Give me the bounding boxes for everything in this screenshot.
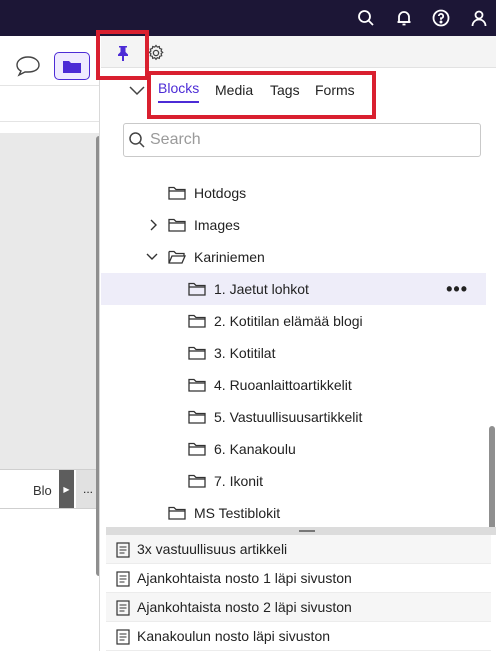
tree-item-ikonit[interactable]: 7. Ikonit — [101, 465, 486, 497]
tree-item-label: Images — [194, 217, 240, 233]
folder-icon — [168, 217, 186, 233]
assets-panel-header — [101, 36, 496, 68]
tree-item-ms-testiblokit[interactable]: MS Testiblokit — [101, 497, 486, 529]
folder-filled-icon — [63, 61, 81, 73]
folder-icon — [188, 345, 206, 361]
tree-item-label: 7. Ikonit — [214, 473, 264, 489]
list-item-label: Ajankohtaista nosto 1 läpi sivuston — [137, 570, 352, 586]
tree-item-hotdogs[interactable]: Hotdogs — [101, 177, 486, 209]
list-item[interactable]: 3x vastuullisuus artikkeli — [106, 535, 491, 564]
chevron-right-icon[interactable] — [147, 218, 161, 232]
tree-item-kariniemen[interactable]: Kariniemen — [101, 241, 486, 273]
tree-item-kanakoulu[interactable]: 6. Kanakoulu — [101, 433, 486, 465]
list-item-label: Kanakoulun nosto läpi sivuston — [137, 628, 331, 644]
tree-item-label: Hotdogs — [194, 185, 247, 201]
tree-item-label: 6. Kanakoulu — [214, 441, 296, 457]
tree-item-label: 2. Kotitilan elämää blogi — [214, 313, 363, 329]
more-options-icon[interactable]: ••• — [446, 279, 468, 300]
tree-item-images[interactable]: Images — [101, 209, 486, 241]
editor-scrollbar[interactable] — [96, 136, 99, 576]
search-input[interactable] — [150, 125, 470, 155]
speech-bubble-icon — [16, 56, 40, 77]
assets-pane-toggle-button[interactable] — [54, 52, 90, 80]
list-item-label: 3x vastuullisuus artikkeli — [137, 541, 288, 557]
tree-item-jaetut-lohkot[interactable]: 1. Jaetut lohkot ••• — [101, 273, 486, 305]
tree-item-vastuullisuusartikkelit[interactable]: 5. Vastuullisuusartikkelit — [101, 401, 486, 433]
search-icon — [124, 131, 150, 149]
folder-icon — [188, 313, 206, 329]
editor-breadcrumb-label[interactable]: Blo — [33, 483, 52, 498]
bell-icon[interactable] — [393, 7, 415, 29]
tree-item-label: 3. Kotitilat — [214, 345, 276, 361]
tree-item-label: Kariniemen — [194, 249, 265, 265]
tree-scrollbar[interactable] — [489, 426, 495, 531]
document-icon — [116, 600, 130, 616]
list-item[interactable]: Ajankohtaista nosto 1 läpi sivuston — [106, 564, 491, 593]
play-arrow-icon[interactable]: ▶ — [59, 470, 74, 508]
editor-canvas — [0, 133, 99, 507]
collapse-chevron-icon[interactable] — [129, 83, 145, 101]
search-icon[interactable] — [355, 7, 377, 29]
document-icon — [116, 629, 130, 645]
search-box — [123, 123, 481, 157]
folder-icon — [188, 409, 206, 425]
document-icon — [116, 571, 130, 587]
tree-item-label: 1. Jaetut lohkot — [214, 281, 309, 297]
folder-open-icon — [168, 249, 186, 265]
tab-tags[interactable]: Tags — [270, 82, 300, 98]
folder-icon — [168, 185, 186, 201]
tree-item-ruoanlaittoartikkelit[interactable]: 4. Ruoanlaittoartikkelit — [101, 369, 486, 401]
document-icon — [116, 542, 130, 558]
chevron-down-icon[interactable] — [145, 250, 159, 264]
assets-panel: Blocks Media Tags Forms Hotdogs Images K… — [96, 30, 496, 651]
tab-forms[interactable]: Forms — [315, 82, 355, 98]
tree-item-label: MS Testiblokit — [194, 505, 281, 521]
tree-item-label: 4. Ruoanlaittoartikkelit — [214, 377, 352, 393]
list-item[interactable]: Kanakoulun nosto läpi sivuston — [106, 622, 491, 651]
user-icon[interactable] — [468, 7, 490, 29]
top-navigation-bar — [0, 0, 496, 36]
editor-toolbar-view — [0, 86, 99, 167]
editor-pane: Blo ▶ ... — [0, 36, 100, 651]
comments-button[interactable] — [14, 54, 42, 78]
help-icon[interactable] — [430, 7, 452, 29]
pin-button[interactable] — [111, 40, 135, 66]
folder-icon — [188, 281, 206, 297]
editor-toolbar-top — [0, 36, 99, 86]
tree-item-kotitilan-elamaa-blogi[interactable]: 2. Kotitilan elämää blogi — [101, 305, 486, 337]
settings-button[interactable] — [145, 42, 167, 64]
splitter-grip-icon[interactable] — [299, 530, 315, 532]
gear-icon — [148, 44, 164, 61]
tree-item-kotitilat[interactable]: 3. Kotitilat — [101, 337, 486, 369]
tree-item-label: 5. Vastuullisuusartikkelit — [214, 409, 363, 425]
folder-icon — [168, 505, 186, 521]
block-list: 3x vastuullisuus artikkeli Ajankohtaista… — [106, 535, 496, 651]
tab-media[interactable]: Media — [215, 82, 253, 98]
tab-blocks[interactable]: Blocks — [158, 80, 200, 103]
list-item-label: Ajankohtaista nosto 2 läpi sivuston — [137, 599, 352, 615]
editor-breadcrumb-bar: Blo ▶ ... — [0, 469, 99, 509]
folder-icon — [188, 473, 206, 489]
folder-icon — [188, 377, 206, 393]
list-item[interactable]: Ajankohtaista nosto 2 läpi sivuston — [106, 593, 491, 622]
pin-icon — [118, 46, 128, 61]
folder-icon — [188, 441, 206, 457]
